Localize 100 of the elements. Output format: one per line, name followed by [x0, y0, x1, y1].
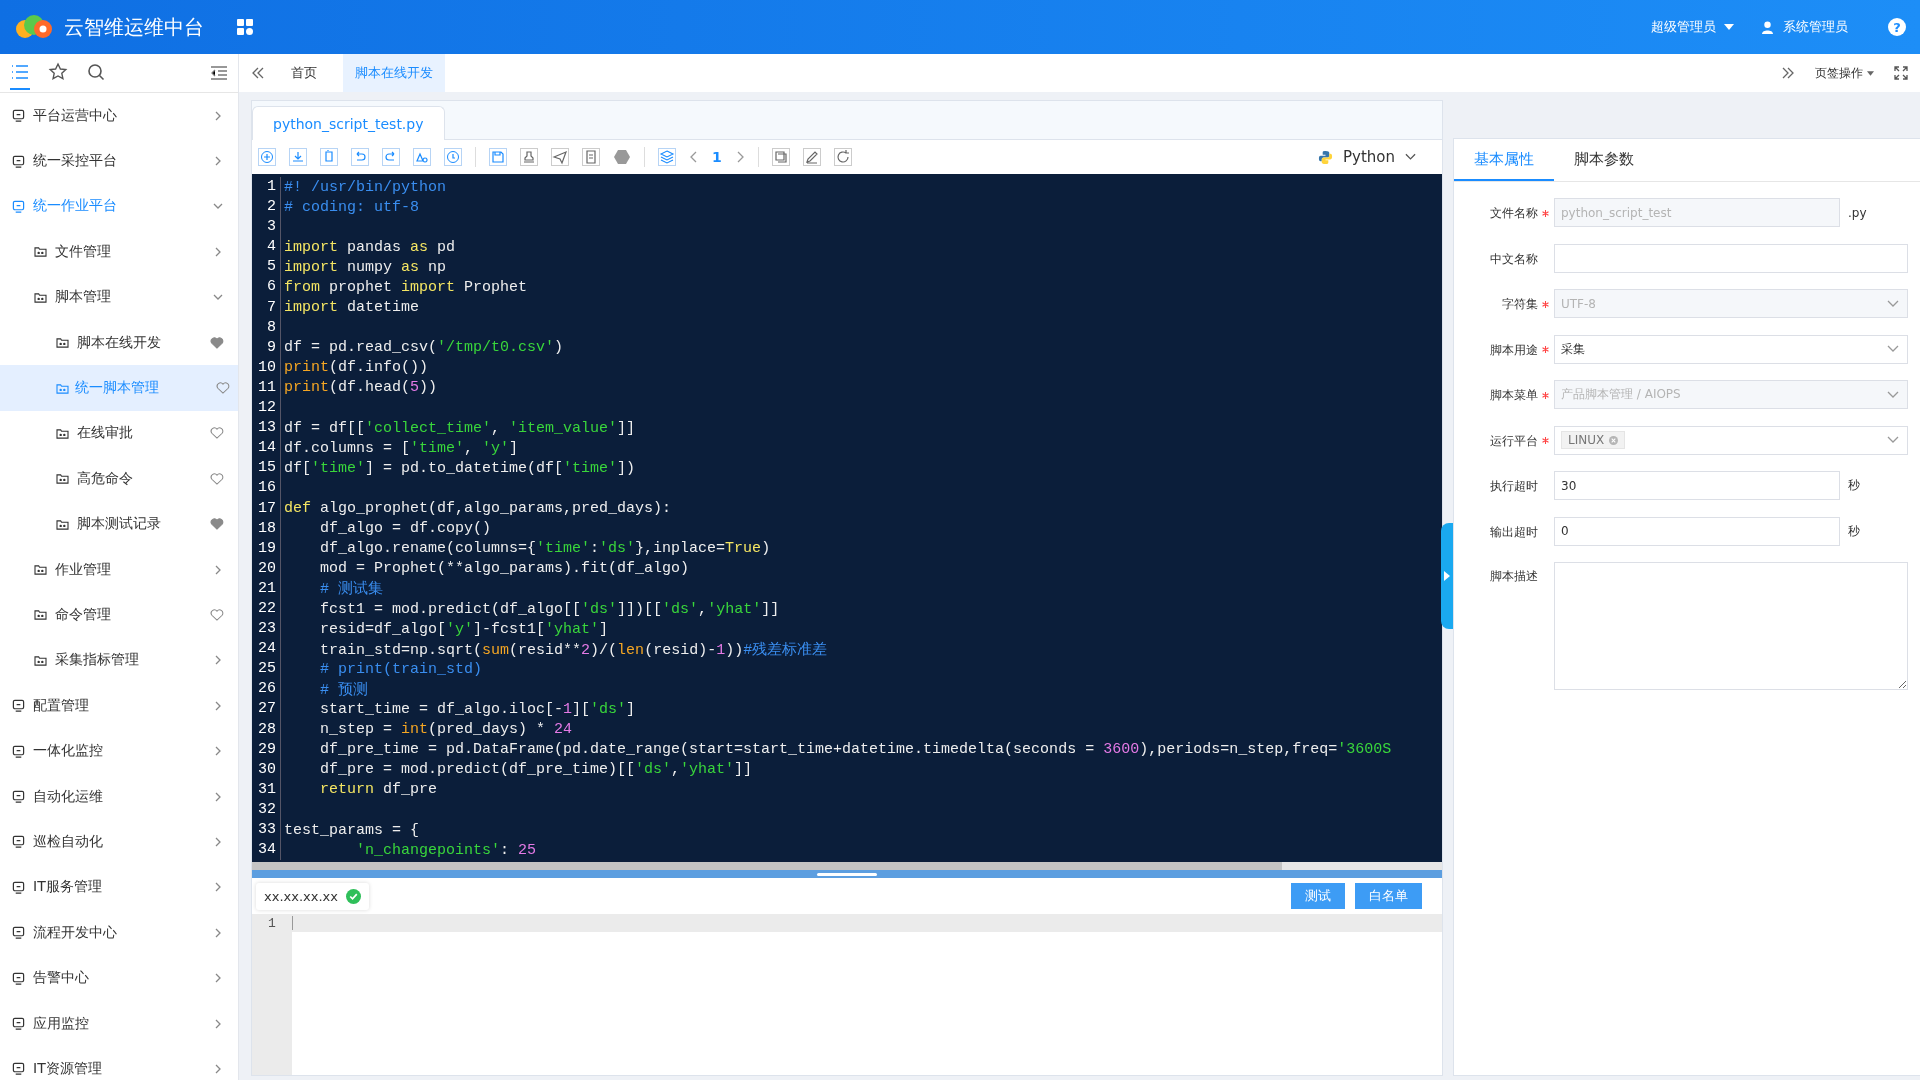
folder-icon	[34, 246, 47, 258]
panel-tab[interactable]: 基本属性	[1454, 139, 1554, 181]
line-number: 30	[252, 759, 281, 780]
input-field[interactable]: 0	[1554, 516, 1840, 546]
remove-tag-icon[interactable]	[1609, 435, 1619, 445]
code-line: df['time'] = pd.to_datetime(df['time'])	[283, 459, 636, 477]
chevron-down-icon	[1887, 345, 1899, 353]
menu-item[interactable]: IT服务管理	[0, 864, 238, 911]
input-field[interactable]	[1554, 243, 1908, 273]
line-number: 27	[252, 699, 281, 720]
line-number: 9	[252, 337, 281, 358]
code-line: # print(train_std)	[319, 660, 483, 678]
hex-icon[interactable]	[613, 148, 631, 166]
menu-item[interactable]: 巡检自动化	[0, 819, 238, 865]
description-field[interactable]	[1554, 562, 1908, 690]
windows-icon[interactable]	[771, 148, 790, 166]
code-line: df = df[['collect_time', 'item_value']]	[283, 419, 636, 437]
role-dropdown[interactable]: 超级管理员	[1645, 17, 1740, 37]
python-logo-icon	[1318, 149, 1333, 165]
code-line: import datetime	[283, 299, 420, 317]
heart-icon[interactable]	[210, 336, 224, 349]
chevron-down-icon	[1887, 390, 1899, 399]
folder-icon	[56, 473, 69, 485]
page-tab[interactable]: 首页	[279, 54, 329, 92]
layers-icon[interactable]	[658, 148, 676, 166]
menu-item[interactable]: 一体化监控	[0, 728, 238, 774]
menu-item[interactable]: 命令管理	[0, 592, 238, 638]
menu-item[interactable]: 文件管理	[0, 229, 238, 275]
plus-icon[interactable]	[258, 148, 276, 166]
menu-item[interactable]: 采集指标管理	[0, 637, 238, 684]
menu-item[interactable]: 脚本在线开发	[0, 319, 238, 366]
clock-icon[interactable]	[444, 148, 462, 166]
line-number: 32	[252, 799, 281, 820]
menu-item[interactable]: 脚本管理	[0, 274, 238, 320]
redo-icon[interactable]	[382, 148, 400, 166]
stamp-icon[interactable]	[520, 148, 538, 166]
menu-item[interactable]: 在线审批	[0, 410, 238, 457]
line-number: 17	[252, 498, 281, 519]
horizontal-scrollbar[interactable]	[252, 862, 1282, 870]
line-number: 12	[252, 398, 281, 419]
menu-item[interactable]: 高危命令	[0, 456, 238, 502]
input-field[interactable]: 30	[1554, 471, 1840, 500]
select-field[interactable]: LINUX	[1554, 425, 1908, 455]
menu-item[interactable]: 应用监控	[0, 1000, 238, 1047]
expand-handle[interactable]	[1441, 523, 1453, 629]
menu-item[interactable]: 自动化运维	[0, 773, 238, 820]
line-number: 21	[252, 578, 281, 599]
tab-actions-dropdown[interactable]: 页签操作	[1809, 63, 1880, 83]
heart-icon[interactable]	[210, 427, 224, 440]
menu-item[interactable]: 流程开发中心	[0, 910, 238, 956]
folder-icon	[34, 291, 47, 303]
caret-icon	[1867, 70, 1874, 76]
scroll-left-icon[interactable]	[251, 67, 265, 79]
select-field[interactable]: 采集	[1554, 334, 1908, 364]
field-suffix: 秒	[1847, 522, 1861, 540]
save-icon[interactable]	[489, 148, 507, 166]
field-label: 执行超时	[1489, 478, 1538, 495]
app-title: 云智维运维中台	[64, 13, 204, 41]
user-icon	[1762, 20, 1773, 34]
line-number: 8	[252, 317, 281, 338]
menu-item[interactable]: 告警中心	[0, 955, 238, 1001]
list-icon[interactable]	[10, 62, 30, 90]
heart-icon[interactable]	[216, 382, 230, 395]
host-tab[interactable]: xx.xx.xx.xx	[256, 882, 369, 910]
code-line: # coding: utf-8	[283, 198, 420, 216]
menu-item[interactable]: 作业管理	[0, 546, 238, 593]
field-label: 脚本菜单	[1489, 387, 1538, 404]
code-line: df_pre_time = pd.DataFrame(pd.date_range(start=start_time+datetime.timedelta(seconds = 3600),periods=n_step,freq='3600S	[319, 741, 1392, 759]
download-icon[interactable]	[289, 148, 307, 166]
shapes-icon[interactable]	[413, 148, 431, 166]
apps-grid-icon[interactable]	[236, 18, 254, 36]
heart-icon[interactable]	[210, 472, 224, 485]
collapse-menu-icon[interactable]	[210, 65, 228, 81]
heart-icon[interactable]	[210, 518, 224, 531]
menu-item[interactable]: 脚本测试记录	[0, 501, 238, 547]
undo-icon[interactable]	[351, 148, 369, 166]
refresh-icon[interactable]	[833, 148, 852, 166]
scroll-right-icon[interactable]	[1781, 67, 1796, 79]
line-number: 1	[252, 177, 281, 198]
doc-icon[interactable]	[582, 148, 600, 166]
menu-item[interactable]: 统一作业平台	[0, 183, 238, 230]
menu-item[interactable]: 平台运营中心	[0, 93, 238, 139]
send-icon[interactable]	[551, 148, 569, 166]
menu-item[interactable]: 统一采控平台	[0, 138, 238, 184]
fullscreen-icon[interactable]	[1894, 66, 1908, 80]
heart-icon[interactable]	[210, 609, 224, 621]
field-suffix: 秒	[1847, 477, 1861, 494]
edit-icon[interactable]	[802, 148, 821, 166]
line-number: 29	[252, 739, 281, 760]
language-select[interactable]: Python	[1312, 147, 1422, 167]
menu-item[interactable]: 配置管理	[0, 683, 238, 729]
code-editor[interactable]	[252, 174, 1442, 862]
line-number: 25	[252, 659, 281, 680]
previous-page-icon[interactable]	[689, 151, 699, 163]
menu-item[interactable]: IT资源管理	[0, 1046, 238, 1080]
console-output[interactable]: 1	[252, 914, 1442, 1075]
panel-tab[interactable]: 脚本参数	[1554, 139, 1654, 181]
copy-icon[interactable]	[320, 148, 338, 166]
line-number: 10	[252, 357, 281, 378]
code-line: print(df.info())	[283, 359, 429, 377]
